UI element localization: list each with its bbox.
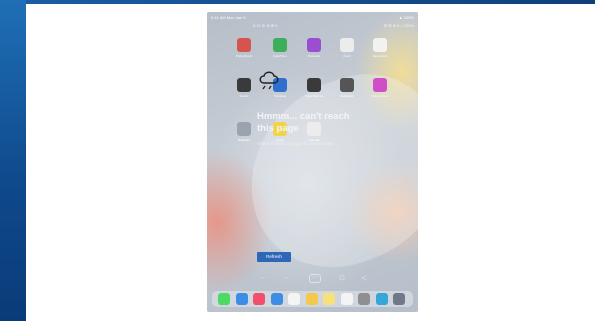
stocks-app-icon[interactable] — [237, 78, 251, 92]
dock-edge-icon[interactable] — [375, 293, 388, 305]
ipad-screen: 9:41 AM Mon Jan 9 ▲ 100% 8:12 ⊕ ⊗ ⊞ ▾ ⊞ … — [207, 12, 418, 312]
clock-app-icon[interactable] — [340, 38, 354, 52]
clock-app-label: Clock — [343, 54, 351, 58]
dock-notes-icon[interactable] — [323, 293, 335, 305]
error-title: Hmmm... can't reach this page — [257, 111, 350, 134]
magnifier-app-label: Magnifier — [237, 138, 251, 142]
error-detail: DNS_PROBE_FINISHED_NXDOMAIN — [257, 155, 318, 159]
reminders-app-label: Reminders — [372, 54, 388, 58]
dock-photos-icon[interactable] — [305, 293, 318, 305]
dock-music-icon[interactable] — [253, 293, 265, 305]
disconnected-cloud-icon — [257, 68, 283, 95]
itunes-store-app-label: iTunes Store — [371, 94, 389, 98]
photo-booth-app-icon[interactable] — [237, 38, 251, 52]
desktop-left-strip — [0, 0, 26, 321]
dock-files-icon[interactable] — [288, 293, 300, 305]
back-arrow-icon[interactable]: ← — [260, 274, 267, 281]
reminders-app-icon[interactable] — [373, 38, 387, 52]
dock-settings-icon[interactable] — [358, 293, 370, 305]
status-time: 9:41 AM Mon Jan 9 — [211, 15, 246, 20]
stocks-app-label: Stocks — [239, 94, 249, 98]
photo-booth-app-label: Photo Booth — [235, 54, 253, 58]
calculator-app-icon[interactable] — [340, 78, 354, 92]
voice-memos-app-icon[interactable] — [307, 78, 321, 92]
forward-arrow-icon[interactable]: → — [282, 274, 289, 281]
more-icon[interactable]: ≺ — [361, 274, 367, 282]
status-battery: ▲ 100% — [398, 15, 414, 20]
desktop-top-strip — [26, 0, 595, 4]
facetime-app-icon[interactable] — [273, 38, 287, 52]
browser-tab-left[interactable]: 8:12 ⊕ ⊗ ⊞ ▾ — [253, 23, 277, 28]
dock-app-library-icon[interactable] — [393, 293, 405, 305]
dock — [212, 291, 413, 307]
error-subtitle: Check if there is a typo in connect.sec. — [257, 141, 335, 146]
dock-messages-icon[interactable] — [218, 293, 230, 305]
podcasts-app-label: Podcasts — [307, 54, 321, 58]
dock-safari-icon[interactable] — [235, 293, 248, 305]
reload-button[interactable]: Refresh — [257, 252, 291, 262]
podcasts-app-icon[interactable] — [307, 38, 321, 52]
magnifier-app-icon[interactable] — [237, 122, 251, 136]
dock-mail-icon[interactable] — [270, 293, 283, 305]
browser-tab-right[interactable]: ⊞ ⊞ ⊗ ▾ ○ 100% — [384, 23, 414, 28]
share-icon[interactable]: ⊡ — [339, 274, 345, 282]
voice-memos-app-label: Voice Memos — [304, 94, 323, 98]
dock-calendar-icon[interactable] — [340, 293, 353, 305]
calculator-app-label: Calculator — [340, 94, 354, 98]
browser-toolbar: ← → ⋯ ⊡ ≺ — [257, 274, 367, 284]
status-bar: 9:41 AM Mon Jan 9 ▲ 100% — [207, 14, 418, 22]
tabs-icon[interactable]: ⋯ — [309, 274, 321, 283]
facetime-app-label: FaceTime — [273, 54, 287, 58]
itunes-store-app-icon[interactable] — [373, 78, 387, 92]
